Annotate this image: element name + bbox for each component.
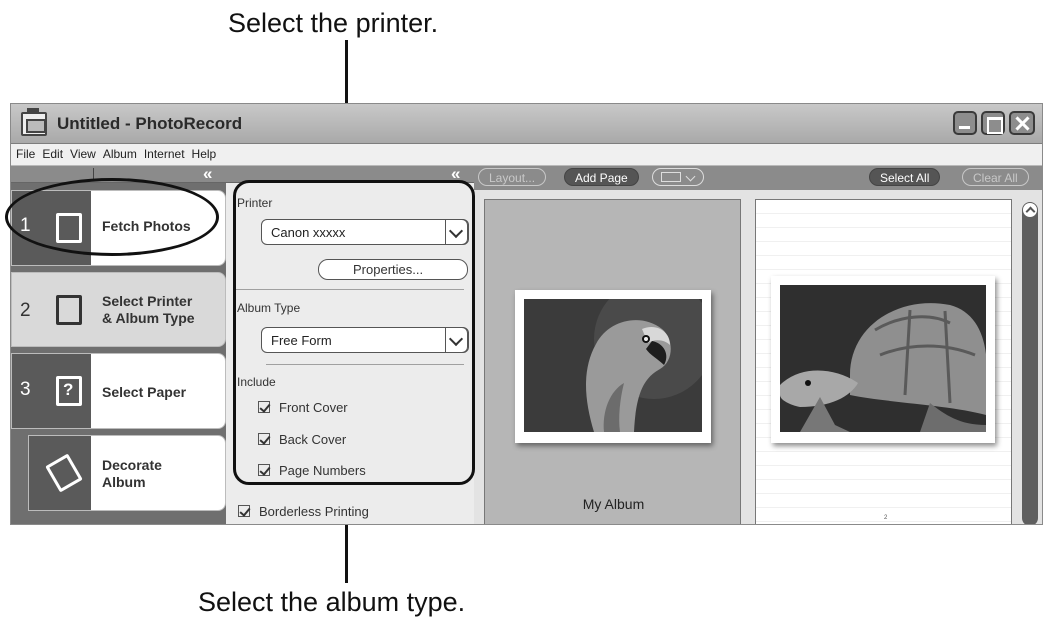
menu-view[interactable]: View xyxy=(70,147,96,165)
album-page-cover[interactable]: My Album xyxy=(484,199,741,524)
tortoise-image xyxy=(780,285,986,432)
callout-select-printer: Select the printer. xyxy=(228,8,439,38)
checkbox-checked-icon[interactable] xyxy=(258,433,270,445)
step-fetch-photos[interactable]: 1 Fetch Photos xyxy=(11,190,226,266)
close-button[interactable] xyxy=(1009,111,1035,135)
step-number: 1 xyxy=(20,215,31,236)
album-page[interactable]: 2 xyxy=(755,199,1012,524)
settings-header: « xyxy=(226,164,474,184)
album-preview-area: Layout... Add Page Select All Clear All xyxy=(474,166,1042,524)
step-select-printer-album-type[interactable]: 2 Select Printer & Album Type xyxy=(11,272,226,347)
page-view-icon xyxy=(661,172,681,182)
checkbox-checked-icon[interactable] xyxy=(258,464,270,476)
chevron-down-icon xyxy=(685,171,696,182)
window-title: Untitled - PhotoRecord xyxy=(57,114,243,133)
minimize-button[interactable] xyxy=(953,111,977,135)
menu-file[interactable]: File xyxy=(16,147,35,165)
include-label: Include xyxy=(237,375,276,389)
scroll-up-icon[interactable] xyxy=(1023,203,1037,217)
album-type-label: Album Type xyxy=(237,301,301,315)
maximize-button[interactable] xyxy=(981,111,1005,135)
borderless-printing-checkbox[interactable]: Borderless Printing xyxy=(238,504,369,519)
step-label: Decorate Album xyxy=(102,457,162,490)
checkbox-label: Back Cover xyxy=(279,432,347,447)
checkbox-label: Front Cover xyxy=(279,400,348,415)
step-select-paper[interactable]: 3 ? Select Paper xyxy=(11,353,226,429)
photorecord-app-icon xyxy=(21,108,47,136)
printer-select-value: Canon xxxxx xyxy=(271,225,346,240)
step-label: Select Printer & Album Type xyxy=(102,293,195,326)
menu-help[interactable]: Help xyxy=(192,147,217,165)
menu-edit[interactable]: Edit xyxy=(42,147,63,165)
checkbox-checked-icon[interactable] xyxy=(258,401,270,413)
printer-pages-icon xyxy=(56,295,82,325)
layout-button[interactable]: Layout... xyxy=(478,168,547,186)
paper-question-icon: ? xyxy=(56,376,82,406)
chevron-down-icon[interactable] xyxy=(445,219,468,245)
collapse-settings-icon[interactable]: « xyxy=(451,164,461,184)
clear-all-button[interactable]: Clear All xyxy=(962,168,1029,186)
photo-frame[interactable] xyxy=(771,276,995,443)
callout-select-album-type: Select the album type. xyxy=(198,587,466,617)
page-number: 2 xyxy=(884,515,888,521)
step-number: 3 xyxy=(20,379,31,400)
menu-album[interactable]: Album xyxy=(103,147,137,165)
checkbox-label: Page Numbers xyxy=(279,463,366,478)
step-sidebar: « 1 Fetch Photos 2 Select Printer & Albu… xyxy=(11,164,226,524)
back-cover-checkbox[interactable]: Back Cover xyxy=(258,432,346,447)
front-cover-checkbox[interactable]: Front Cover xyxy=(258,400,348,415)
view-mode-dropdown[interactable] xyxy=(652,168,704,186)
add-page-button[interactable]: Add Page xyxy=(564,168,639,186)
properties-button[interactable]: Properties... xyxy=(318,259,468,280)
sidebar-header-divider xyxy=(93,168,94,180)
settings-panel: « Printer Canon xxxxx Properties... Albu… xyxy=(226,164,474,524)
parrot-image xyxy=(524,299,702,432)
checkbox-checked-icon[interactable] xyxy=(238,505,250,517)
parrot-photo xyxy=(524,299,702,432)
step-label: Fetch Photos xyxy=(102,218,191,234)
page-numbers-checkbox[interactable]: Page Numbers xyxy=(258,463,366,478)
chevron-down-icon[interactable] xyxy=(445,327,468,353)
step-decorate-album[interactable]: Decorate Album xyxy=(28,435,226,511)
select-all-button[interactable]: Select All xyxy=(869,168,941,186)
sidebar-header: « xyxy=(11,164,226,184)
title-bar[interactable]: Untitled - PhotoRecord xyxy=(11,104,1042,144)
vertical-scrollbar[interactable] xyxy=(1022,202,1038,524)
checkbox-label: Borderless Printing xyxy=(259,504,369,519)
fetch-photos-icon xyxy=(56,213,82,243)
divider xyxy=(234,289,464,290)
preview-toolbar: Layout... Add Page Select All Clear All xyxy=(474,166,1042,190)
menu-internet[interactable]: Internet xyxy=(144,147,185,165)
menu-bar: File Edit View Album Internet Help xyxy=(11,144,1042,166)
tortoise-photo xyxy=(780,285,986,432)
collapse-sidebar-icon[interactable]: « xyxy=(203,164,213,184)
step-label: Select Paper xyxy=(102,384,187,400)
printer-select[interactable]: Canon xxxxx xyxy=(261,219,469,245)
album-title-text: My Album xyxy=(582,496,645,512)
step-number: 2 xyxy=(20,300,31,321)
album-type-select[interactable]: Free Form xyxy=(261,327,469,353)
printer-label: Printer xyxy=(237,196,273,210)
divider xyxy=(266,364,464,365)
app-window: Untitled - PhotoRecord File Edit View Al… xyxy=(10,103,1043,525)
photo-frame[interactable] xyxy=(515,290,711,443)
album-type-select-value: Free Form xyxy=(271,333,332,348)
